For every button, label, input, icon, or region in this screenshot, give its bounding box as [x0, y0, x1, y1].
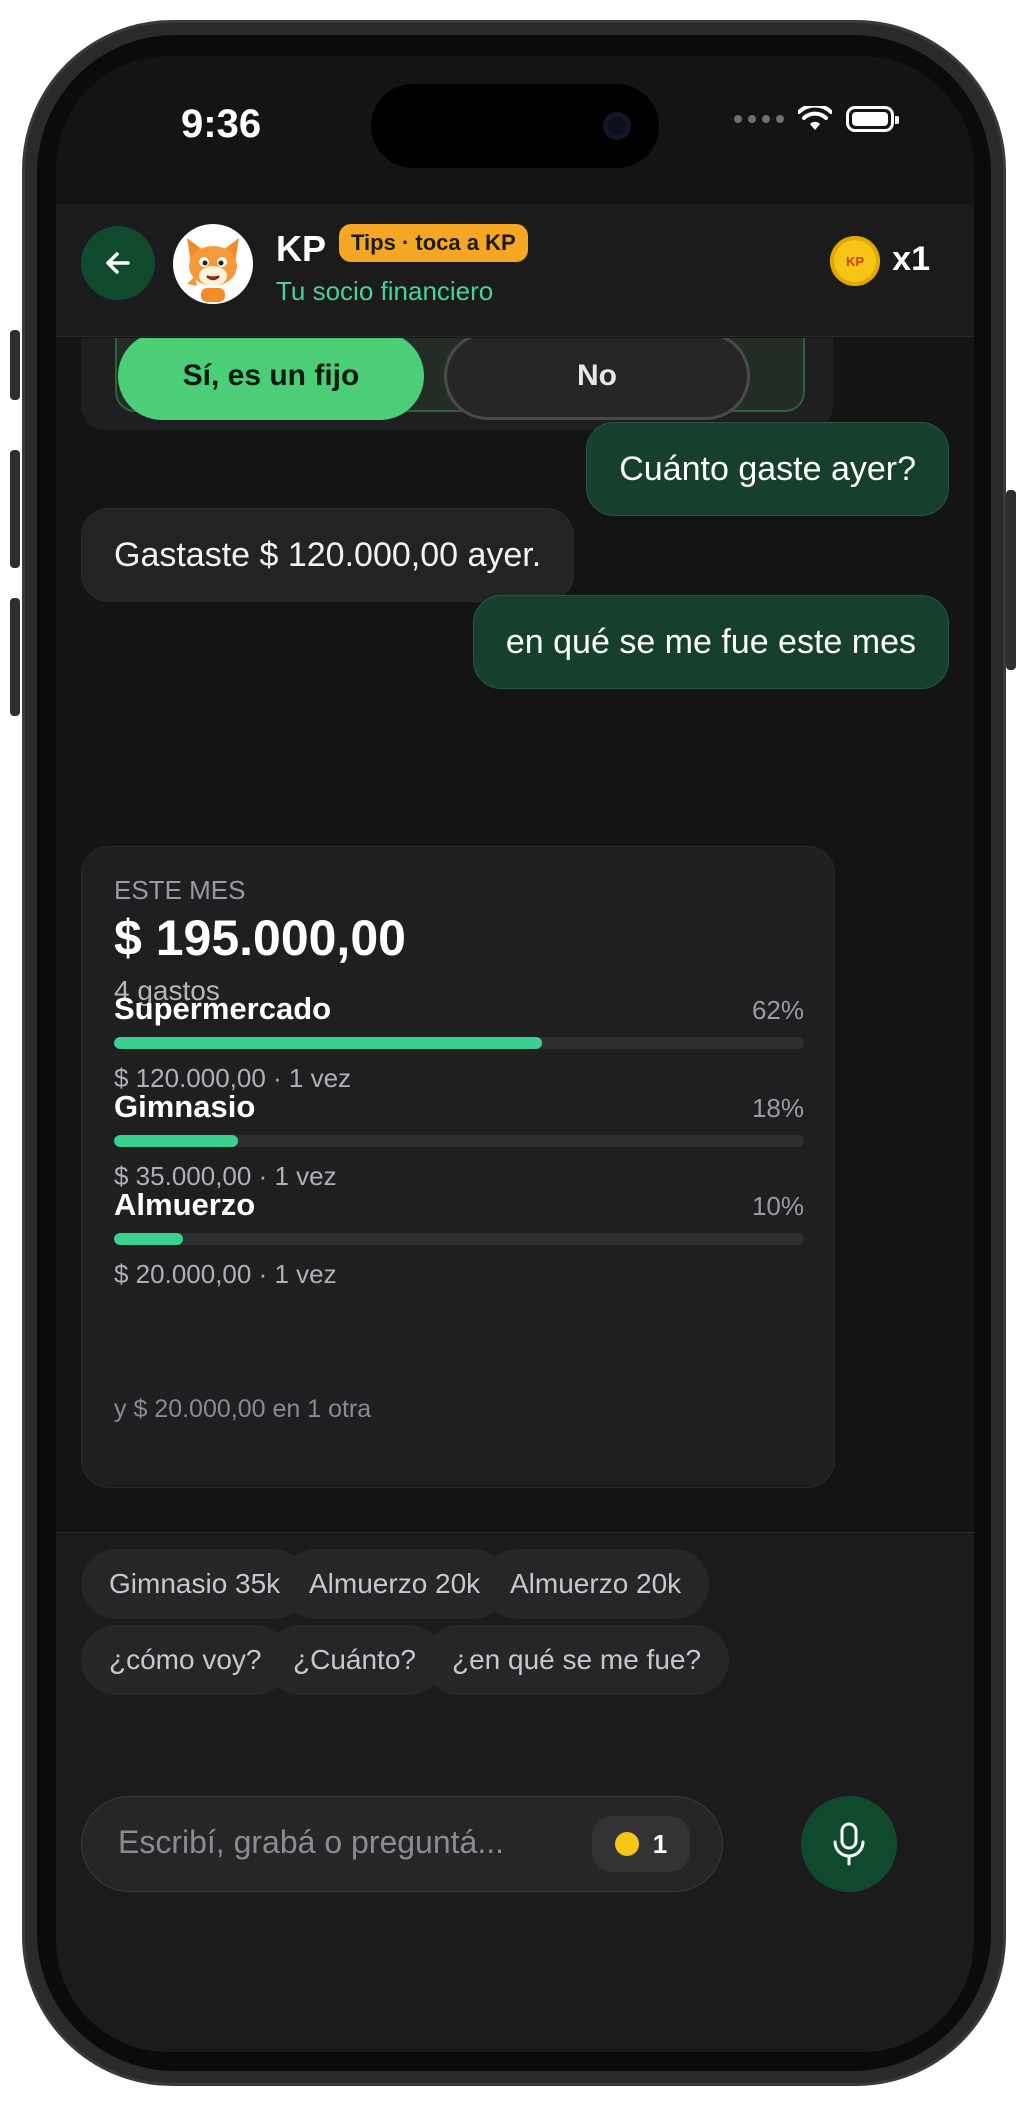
summary-more: y $ 20.000,00 en 1 otra	[114, 1395, 372, 1423]
arrow-left-icon	[106, 252, 130, 274]
message-input[interactable]: Escribí, grabá o preguntá... 1	[81, 1796, 723, 1892]
category-bar	[114, 1135, 239, 1147]
contact-subtitle: Tu socio financiero	[276, 276, 494, 306]
category-track	[114, 1037, 804, 1049]
signal-icon	[734, 115, 784, 123]
microphone-icon	[833, 1822, 865, 1866]
coin-label: KP	[845, 253, 865, 269]
action-button	[10, 330, 20, 400]
coin-icon: KP	[830, 236, 880, 286]
chat-header: KP Tips · toca a KP Tu socio financiero …	[56, 204, 974, 337]
category-bar	[114, 1037, 542, 1049]
suggestion-chip[interactable]: Almuerzo 20k	[482, 1549, 710, 1619]
message-input-placeholder: Escribí, grabá o preguntá...	[118, 1824, 504, 1860]
bot-message: Gastaste $ 120.000,00 ayer.	[81, 508, 575, 602]
avatar[interactable]	[173, 224, 253, 304]
category-track	[114, 1135, 804, 1147]
summary-total: $ 195.000,00	[114, 910, 406, 966]
confirm-yes-button[interactable]: Sí, es un fijo	[118, 338, 424, 420]
confirm-no-button[interactable]: No	[444, 338, 750, 420]
volume-up-button	[10, 450, 20, 568]
suggestion-chip[interactable]: ¿en qué se me fue?	[424, 1625, 730, 1695]
dynamic-island	[371, 84, 659, 168]
category-name: Supermercado	[114, 991, 332, 1026]
back-button[interactable]	[81, 226, 155, 300]
category-bar	[114, 1233, 183, 1245]
volume-down-button	[10, 598, 20, 716]
suggestion-chip[interactable]: ¿cómo voy?	[81, 1625, 290, 1695]
contact-name: KP	[276, 228, 327, 269]
screen: 9:36 KP Tips · toca a KP Tu socio financ…	[56, 56, 974, 2052]
microphone-button[interactable]	[801, 1796, 897, 1892]
suggestion-chip[interactable]: Almuerzo 20k	[281, 1549, 509, 1619]
coin-count: x1	[892, 240, 930, 278]
suggestion-chip[interactable]: Gimnasio 35k	[81, 1549, 309, 1619]
category-percent: 62%	[751, 995, 804, 1025]
user-message: en qué se me fue este mes	[472, 595, 949, 689]
camera-icon	[603, 112, 631, 140]
category-detail: $ 20.000,00 · 1 vez	[114, 1259, 337, 1289]
tips-badge[interactable]: Tips · toca a KP	[339, 224, 528, 262]
summary-period-label: ESTE MES	[114, 875, 246, 905]
chat-messages[interactable]: Sí, es un fijo No Cuánto gaste ayer? Gas…	[56, 338, 974, 1532]
category-percent: 10%	[751, 1191, 804, 1221]
suggestion-chips: Gimnasio 35k Almuerzo 20k Almuerzo 20k ¿…	[56, 1532, 974, 1709]
composer: Escribí, grabá o preguntá... 1	[56, 1708, 974, 2052]
status-indicators	[734, 106, 899, 132]
category-name: Gimnasio	[114, 1089, 256, 1124]
coin-icon	[614, 1832, 639, 1856]
credit-count: 1	[652, 1828, 668, 1859]
category-name: Almuerzo	[114, 1187, 256, 1222]
status-time: 9:36	[181, 102, 262, 146]
user-message: Cuánto gaste ayer?	[586, 422, 949, 516]
credit-badge: 1	[592, 1816, 690, 1872]
category-percent: 18%	[751, 1093, 804, 1123]
spending-summary-card: ESTE MES $ 195.000,00 4 gastos Supermerc…	[81, 846, 835, 1488]
cat-mascot-icon	[187, 238, 239, 302]
category-track	[114, 1233, 804, 1245]
battery-icon	[846, 106, 899, 132]
power-button	[1006, 490, 1016, 670]
suggestion-chip[interactable]: ¿Cuánto?	[265, 1625, 444, 1695]
wifi-icon	[798, 106, 832, 130]
